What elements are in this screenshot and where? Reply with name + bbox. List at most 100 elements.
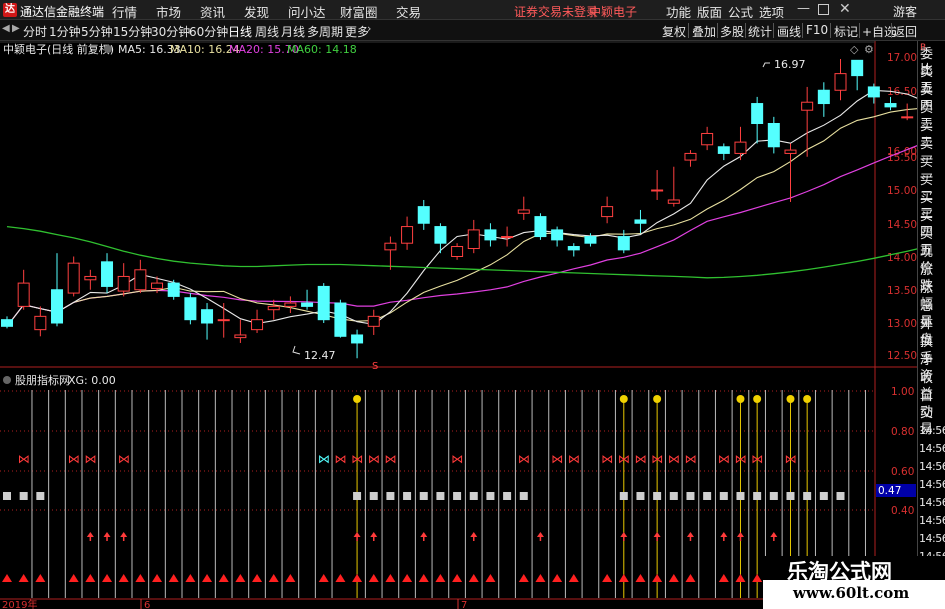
signal-triangle [368, 574, 379, 582]
tab-intraday[interactable]: 分时 [23, 23, 47, 40]
overlay-button[interactable]: 叠加 [692, 23, 716, 40]
indicator-xg: XG: 0.00 [68, 374, 116, 387]
xaxis-year: 2019年 [2, 598, 37, 609]
candle [567, 243, 580, 257]
menu-item-formula[interactable]: 公式 [728, 2, 753, 21]
butterfly-icon: ⋈ [551, 452, 563, 466]
butterfly-icon: ⋈ [68, 452, 80, 466]
menu-item-market[interactable]: 市场 [156, 2, 181, 21]
tab-daily[interactable]: 日线 [228, 23, 252, 40]
signal-triangle [618, 574, 629, 582]
menu-item-discover[interactable]: 发现 [244, 2, 269, 21]
f10-button[interactable]: F10 [806, 23, 828, 37]
legend-toggle-icon[interactable] [104, 45, 112, 53]
candle [851, 59, 864, 91]
butterfly-icon: ⋈ [318, 452, 330, 466]
tab-monthly[interactable]: 月线 [281, 23, 305, 40]
candle [67, 256, 80, 297]
candle [484, 223, 497, 247]
candle [534, 213, 547, 240]
signal-triangle [468, 574, 479, 582]
signal-dot [619, 395, 628, 403]
menu-item-trade[interactable]: 交易 [396, 2, 421, 21]
candle [467, 219, 480, 254]
tab-5min[interactable]: 5分钟 [81, 23, 113, 40]
candle [367, 309, 380, 335]
low-label: 12.47 [304, 349, 336, 362]
candle [201, 303, 214, 340]
candle [884, 96, 897, 111]
signal-dot [653, 395, 662, 403]
close-icon[interactable]: ✕ [839, 1, 851, 17]
candles [1, 58, 914, 359]
signal-square [503, 492, 512, 500]
butterfly-icon: ⋈ [751, 452, 763, 466]
menu-item-layout[interactable]: 版面 [697, 2, 722, 21]
candle [134, 259, 147, 294]
signal-triangle [635, 574, 646, 582]
candle [251, 309, 264, 333]
menu-item-info[interactable]: 资讯 [200, 2, 225, 21]
guest-label[interactable]: 游客 [893, 3, 917, 20]
multi-stock-button[interactable]: 多股 [720, 23, 744, 40]
tab-more[interactable]: 更多 [345, 23, 369, 40]
menu-item-function[interactable]: 功能 [666, 2, 691, 21]
ma20-line [6, 145, 917, 327]
menu-item-quote[interactable]: 行情 [112, 2, 137, 21]
candle [317, 283, 330, 323]
signal-triangle [252, 574, 263, 582]
menu-item-options[interactable]: 选项 [759, 2, 784, 21]
kline-chart[interactable]: 中颖电子(日线 前复权) MA5: 16.33 MA10: 16.24 MA20… [0, 41, 917, 609]
tick-time: 14:56 [919, 460, 945, 473]
mark-button[interactable]: 标记 [834, 23, 858, 40]
menu-item-xiaoda[interactable]: 问小达 [288, 2, 326, 21]
candle [167, 279, 180, 300]
tab-15min[interactable]: 15分钟 [113, 23, 152, 40]
butterfly-icon: ⋈ [368, 452, 380, 466]
tab-30min[interactable]: 30分钟 [151, 23, 190, 40]
back-button[interactable]: 返回 [893, 23, 917, 40]
more-chevron-icon[interactable]: › [367, 22, 371, 35]
app-logo-icon: 达 [3, 3, 17, 17]
signal-triangle [318, 574, 329, 582]
tab-60min[interactable]: 60分钟 [189, 23, 228, 40]
tab-weekly[interactable]: 周线 [255, 23, 279, 40]
signal-triangle [285, 574, 296, 582]
tab-multi-period[interactable]: 多周期 [307, 23, 343, 40]
up-arrow-icon [353, 532, 361, 541]
signal-square [3, 492, 11, 500]
signal-dot [736, 395, 745, 403]
menu-item-fortune[interactable]: 财富圈 [340, 2, 378, 21]
candle [517, 196, 530, 220]
signal-square [619, 492, 628, 500]
candle [1, 316, 13, 329]
candle [117, 263, 130, 297]
draw-line-button[interactable]: 画线 [777, 23, 801, 40]
up-arrow-icon [736, 532, 744, 541]
signal-triangle [668, 574, 679, 582]
login-notice[interactable]: 证券交易未登录 [514, 3, 598, 20]
tick-time: 14:56 [919, 478, 945, 491]
maximize-icon[interactable] [818, 4, 829, 15]
indicator-toggle-icon[interactable] [3, 376, 11, 384]
settings-icon[interactable]: ⚙ [864, 43, 874, 56]
stats-button[interactable]: 统计 [748, 23, 772, 40]
up-arrow-icon [470, 532, 478, 541]
minimize-icon[interactable]: — [797, 1, 810, 16]
fuquan-button[interactable]: 复权 [662, 23, 686, 40]
scroll-left-icon[interactable]: ◀ [2, 23, 10, 34]
tick-time: 14:56 [919, 496, 945, 509]
candle [734, 126, 747, 161]
tab-1min[interactable]: 1分钟 [49, 23, 81, 40]
signal-square [836, 492, 845, 500]
diamond-icon[interactable]: ◇ [850, 43, 859, 56]
butterfly-icon: ⋈ [718, 452, 730, 466]
signal-square [636, 492, 645, 500]
butterfly-icon: ⋈ [118, 452, 130, 466]
price-tick: 15.00 [887, 185, 917, 197]
scroll-right-icon[interactable]: ▶ [12, 23, 20, 34]
xaxis-month-7: 7 [461, 600, 467, 609]
price-tick: 14.00 [887, 252, 917, 264]
candle [751, 96, 764, 144]
app-title: 通达信金融终端 [20, 5, 105, 19]
